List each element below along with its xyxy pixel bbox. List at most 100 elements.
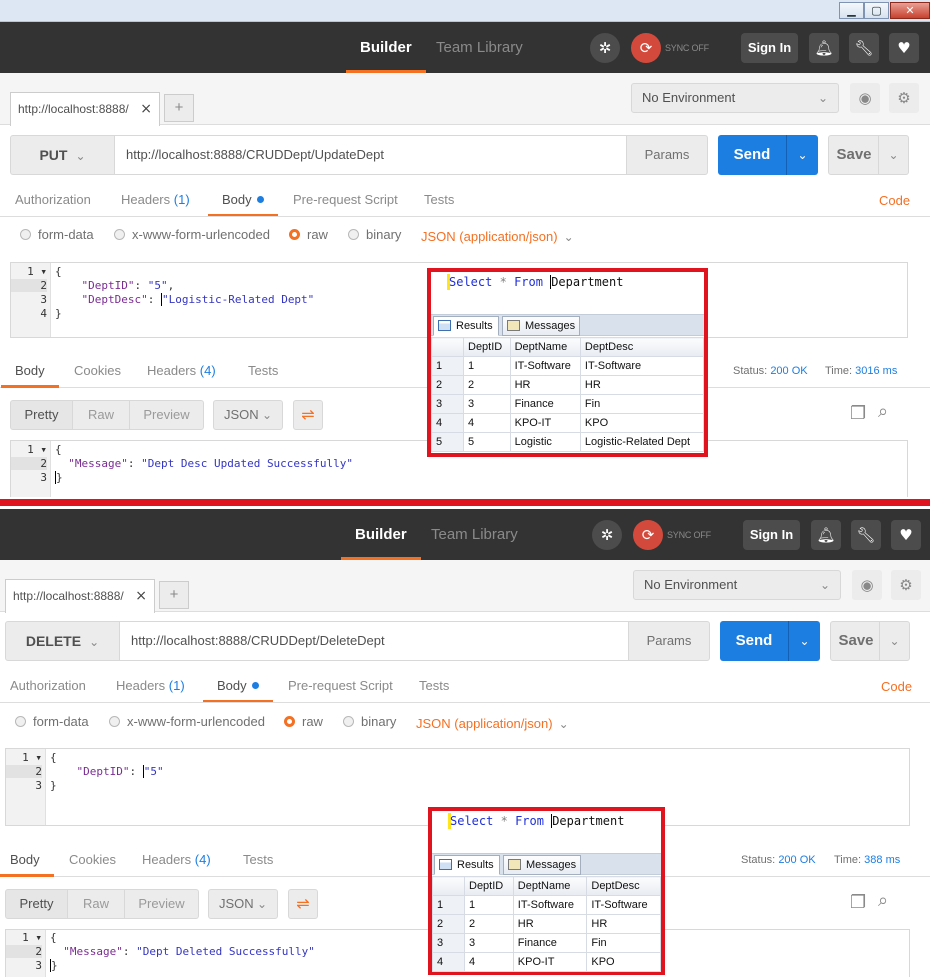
save-button[interactable]: Save ⌄	[830, 621, 910, 661]
preview-button[interactable]: Preview	[129, 400, 204, 430]
tab-response-body[interactable]: Body	[0, 847, 54, 877]
chevron-down-icon[interactable]: ⌄	[786, 135, 818, 175]
pretty-button[interactable]: Pretty	[10, 400, 73, 430]
line-number: 1 ▾	[27, 265, 47, 278]
close-tab-icon[interactable]: ×	[135, 580, 147, 612]
minimize-button[interactable]: ▁	[839, 2, 864, 19]
tab-cookies[interactable]: Cookies	[69, 847, 116, 877]
search-icon[interactable]: ⌕	[878, 890, 888, 911]
search-icon[interactable]: ⌕	[878, 401, 888, 422]
url-input[interactable]: http://localhost:8888/CRUDDept/DeleteDep…	[120, 621, 629, 661]
params-button[interactable]: Params	[626, 135, 708, 175]
radio-x-www-form-urlencoded[interactable]: x-www-form-urlencoded	[114, 225, 270, 245]
request-tab[interactable]: http://localhost:8888/ ×	[5, 579, 155, 613]
send-button[interactable]: Send ⌄	[718, 135, 818, 175]
tab-cookies[interactable]: Cookies	[74, 358, 121, 388]
close-tab-icon[interactable]: ×	[140, 93, 152, 125]
radio-raw[interactable]: raw	[289, 225, 328, 245]
eye-icon[interactable]: ◉	[850, 83, 880, 113]
settings-wrench-icon[interactable]: 🔧︎	[849, 33, 879, 63]
radio-x-www-form-urlencoded[interactable]: x-www-form-urlencoded	[109, 712, 265, 732]
radio-form-data[interactable]: form-data	[15, 712, 89, 732]
tab-team-library[interactable]: Team Library	[431, 509, 518, 560]
chevron-down-icon[interactable]: ⌄	[879, 622, 909, 660]
tab-builder[interactable]: Builder	[341, 509, 421, 560]
line-number: 4	[40, 307, 47, 320]
raw-button[interactable]: Raw	[67, 889, 125, 919]
tab-response-tests[interactable]: Tests	[243, 847, 273, 877]
method-select[interactable]: PUT ⌄	[10, 135, 115, 175]
content-type-select[interactable]: JSON (application/json) ⌄	[416, 716, 569, 731]
close-window-button[interactable]: ✕	[890, 2, 930, 19]
notifications-bell-icon[interactable]: 🔔︎	[811, 520, 841, 550]
params-button[interactable]: Params	[628, 621, 710, 661]
eye-icon[interactable]: ◉	[852, 570, 882, 600]
interceptor-icon[interactable]: ✲	[592, 520, 622, 550]
content-type-select[interactable]: JSON (application/json) ⌄	[421, 229, 574, 244]
sql-tab-results[interactable]: Results	[433, 316, 499, 336]
copy-icon[interactable]: ❐	[850, 892, 866, 913]
url-input[interactable]: http://localhost:8888/CRUDDept/UpdateDep…	[115, 135, 627, 175]
tab-response-body[interactable]: Body	[1, 358, 59, 388]
method-select[interactable]: DELETE ⌄	[5, 621, 120, 661]
sql-tab-results[interactable]: Results	[434, 855, 500, 875]
tab-team-library[interactable]: Team Library	[436, 22, 523, 73]
tab-headers[interactable]: Headers (1)	[121, 187, 190, 217]
sign-in-button[interactable]: Sign In	[741, 33, 798, 63]
interceptor-icon[interactable]: ✲	[590, 33, 620, 63]
radio-form-data[interactable]: form-data	[20, 225, 94, 245]
line-number: 2	[6, 945, 42, 958]
radio-raw[interactable]: raw	[284, 712, 323, 732]
code-link[interactable]: Code	[879, 193, 910, 208]
wrap-lines-icon[interactable]: ⇌	[293, 400, 323, 430]
radio-binary[interactable]: binary	[343, 712, 396, 732]
sign-in-button[interactable]: Sign In	[743, 520, 800, 550]
preview-button[interactable]: Preview	[124, 889, 199, 919]
tab-pre-request-script[interactable]: Pre-request Script	[288, 673, 393, 703]
gear-icon[interactable]: ⚙	[889, 83, 919, 113]
tab-authorization[interactable]: Authorization	[15, 187, 91, 217]
raw-button[interactable]: Raw	[72, 400, 130, 430]
response-format-select[interactable]: JSON ⌄	[208, 889, 278, 919]
pretty-button[interactable]: Pretty	[5, 889, 68, 919]
tab-builder[interactable]: Builder	[346, 22, 426, 73]
tab-response-headers[interactable]: Headers (4)	[147, 358, 216, 388]
sql-tab-messages[interactable]: Messages	[502, 316, 580, 336]
tab-response-headers[interactable]: Headers (4)	[142, 847, 211, 877]
gear-icon[interactable]: ⚙	[891, 570, 921, 600]
tab-authorization[interactable]: Authorization	[10, 673, 86, 703]
add-tab-button[interactable]: +	[164, 94, 194, 122]
settings-wrench-icon[interactable]: 🔧︎	[851, 520, 881, 550]
chevron-down-icon[interactable]: ⌄	[788, 621, 820, 661]
sql-tab-messages[interactable]: Messages	[503, 855, 581, 875]
maximize-button[interactable]: ▢	[864, 2, 889, 19]
chevron-down-icon[interactable]: ⌄	[878, 136, 908, 174]
notifications-bell-icon[interactable]: 🔔︎	[809, 33, 839, 63]
sync-icon[interactable]: ⟳	[631, 33, 661, 63]
sync-icon[interactable]: ⟳	[633, 520, 663, 550]
heart-icon[interactable]: ♥	[891, 520, 921, 550]
sql-result-tabs: Results Messages	[432, 853, 661, 875]
request-tab[interactable]: http://localhost:8888/ ×	[10, 92, 160, 126]
line-number: 2	[11, 279, 47, 292]
tab-headers[interactable]: Headers (1)	[116, 673, 185, 703]
tab-response-tests[interactable]: Tests	[248, 358, 278, 388]
wrap-lines-icon[interactable]: ⇌	[288, 889, 318, 919]
send-button[interactable]: Send ⌄	[720, 621, 820, 661]
environment-select[interactable]: No Environment ⌄	[633, 570, 841, 600]
radio-binary[interactable]: binary	[348, 225, 401, 245]
tab-pre-request-script[interactable]: Pre-request Script	[293, 187, 398, 217]
tab-body[interactable]: Body	[208, 187, 278, 217]
response-format-select[interactable]: JSON ⌄	[213, 400, 283, 430]
column-header: DeptID	[463, 337, 511, 357]
tab-tests[interactable]: Tests	[419, 673, 449, 703]
tab-tests[interactable]: Tests	[424, 187, 454, 217]
save-button[interactable]: Save ⌄	[828, 135, 909, 175]
code-link[interactable]: Code	[881, 679, 912, 694]
add-tab-button[interactable]: +	[159, 581, 189, 609]
heart-icon[interactable]: ♥	[889, 33, 919, 63]
status-readout: Status: 200 OK	[733, 365, 808, 377]
environment-select[interactable]: No Environment ⌄	[631, 83, 839, 113]
tab-body[interactable]: Body	[203, 673, 273, 703]
copy-icon[interactable]: ❐	[850, 403, 866, 424]
